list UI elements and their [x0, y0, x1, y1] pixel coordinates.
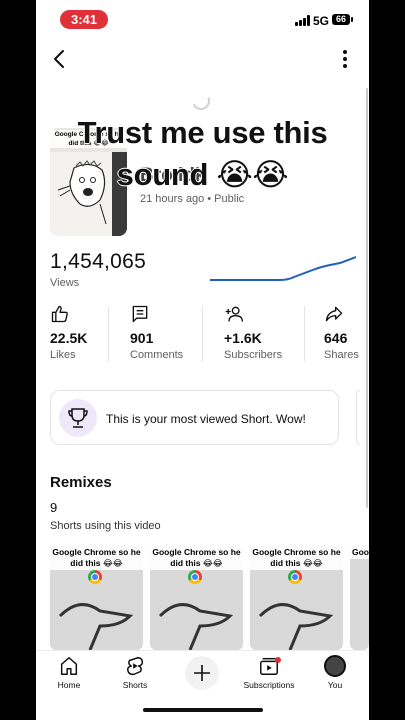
network-type: 5G — [313, 14, 330, 28]
achievement-text: This is your most viewed Short. Wow! — [106, 412, 306, 426]
divider — [202, 306, 203, 362]
stat-label: Comments — [130, 349, 184, 361]
divider — [304, 306, 305, 362]
remix-short[interactable]: Google Chrome so he did this 😂😂 — [150, 546, 243, 650]
comment-icon — [132, 305, 148, 323]
views-label: Views — [50, 277, 80, 289]
nav-shorts[interactable]: Shorts — [105, 655, 165, 690]
nav-label: Shorts — [122, 680, 148, 690]
loading-spinner-icon — [189, 89, 213, 113]
nav-label: You — [327, 680, 343, 690]
stat-label: Likes — [50, 349, 76, 361]
remixes-count: 9 — [50, 500, 58, 515]
stat-value: +1.6K — [224, 330, 262, 346]
scrollbar[interactable] — [366, 88, 368, 508]
status-time: 3:41 — [60, 10, 108, 29]
stat-value: 646 — [324, 330, 348, 346]
hand-drawing — [58, 603, 134, 650]
divider — [108, 306, 109, 362]
nav-label: Subscriptions — [243, 680, 295, 690]
nav-subscriptions[interactable]: Subscriptions — [239, 655, 299, 690]
views-sparkline — [210, 256, 356, 281]
share-icon — [325, 306, 343, 322]
remix-short[interactable]: Goo — [350, 546, 369, 650]
stat-label: Subscribers — [224, 349, 283, 361]
views-count: 1,454,065 — [50, 250, 147, 273]
achievement-card[interactable]: This is your most viewed Short. Wow! — [50, 390, 339, 445]
trophy-icon — [59, 399, 97, 437]
signal-icon — [295, 15, 310, 26]
short-caption: Goo — [350, 546, 369, 559]
plus-icon — [194, 665, 210, 681]
short-caption: Google Chrome so he did this 😂😂 — [150, 546, 243, 570]
home-icon — [60, 657, 78, 675]
add-person-icon — [225, 306, 243, 322]
short-caption: Google Chrome so he did this 😂😂 — [250, 546, 343, 570]
remix-short[interactable]: Google Chrome so he did this 😂😂 — [250, 546, 343, 650]
phone-screen: 3:41 5G 66 Google Chrome so he did this … — [36, 0, 369, 720]
back-arrow-icon[interactable] — [48, 47, 72, 71]
more-options-icon[interactable] — [333, 47, 357, 71]
create-button[interactable] — [185, 656, 219, 690]
remixes-subtitle: Shorts using this video — [50, 520, 161, 532]
chrome-logo-icon — [188, 570, 202, 584]
stat-value: 901 — [130, 330, 154, 346]
stats-row: 22.5K Likes 901 Comments +1.6K Subscribe… — [50, 302, 369, 364]
hand-drawing — [258, 603, 334, 650]
stat-value: 22.5K — [50, 330, 88, 346]
hand-drawing — [158, 603, 234, 650]
shorts-icon — [126, 657, 144, 676]
video-overlay-text: Trust me use this sound 😭😭 — [77, 115, 328, 192]
thumbs-up-icon — [51, 305, 68, 323]
battery-icon: 66 — [332, 14, 353, 25]
next-card-peek[interactable] — [356, 390, 360, 445]
remix-short[interactable]: Google Chrome so he did this 😂😂 — [50, 546, 143, 650]
remix-shorts-row: Google Chrome so he did this 😂😂 Google C… — [50, 546, 369, 650]
avatar — [324, 655, 346, 677]
chrome-logo-icon — [88, 570, 102, 584]
nav-home[interactable]: Home — [39, 655, 99, 690]
nav-you[interactable]: You — [305, 655, 365, 690]
bottom-nav: Home Shorts Subscriptions You — [36, 650, 369, 694]
stat-label: Shares — [324, 349, 359, 361]
short-caption: Google Chrome so he did this 😂😂 — [50, 546, 143, 570]
chrome-logo-icon — [288, 570, 302, 584]
home-indicator — [143, 708, 263, 712]
remixes-title: Remixes — [50, 474, 112, 491]
nav-label: Home — [57, 680, 81, 690]
notification-dot — [275, 657, 281, 663]
status-bar: 3:41 5G 66 — [36, 0, 369, 40]
